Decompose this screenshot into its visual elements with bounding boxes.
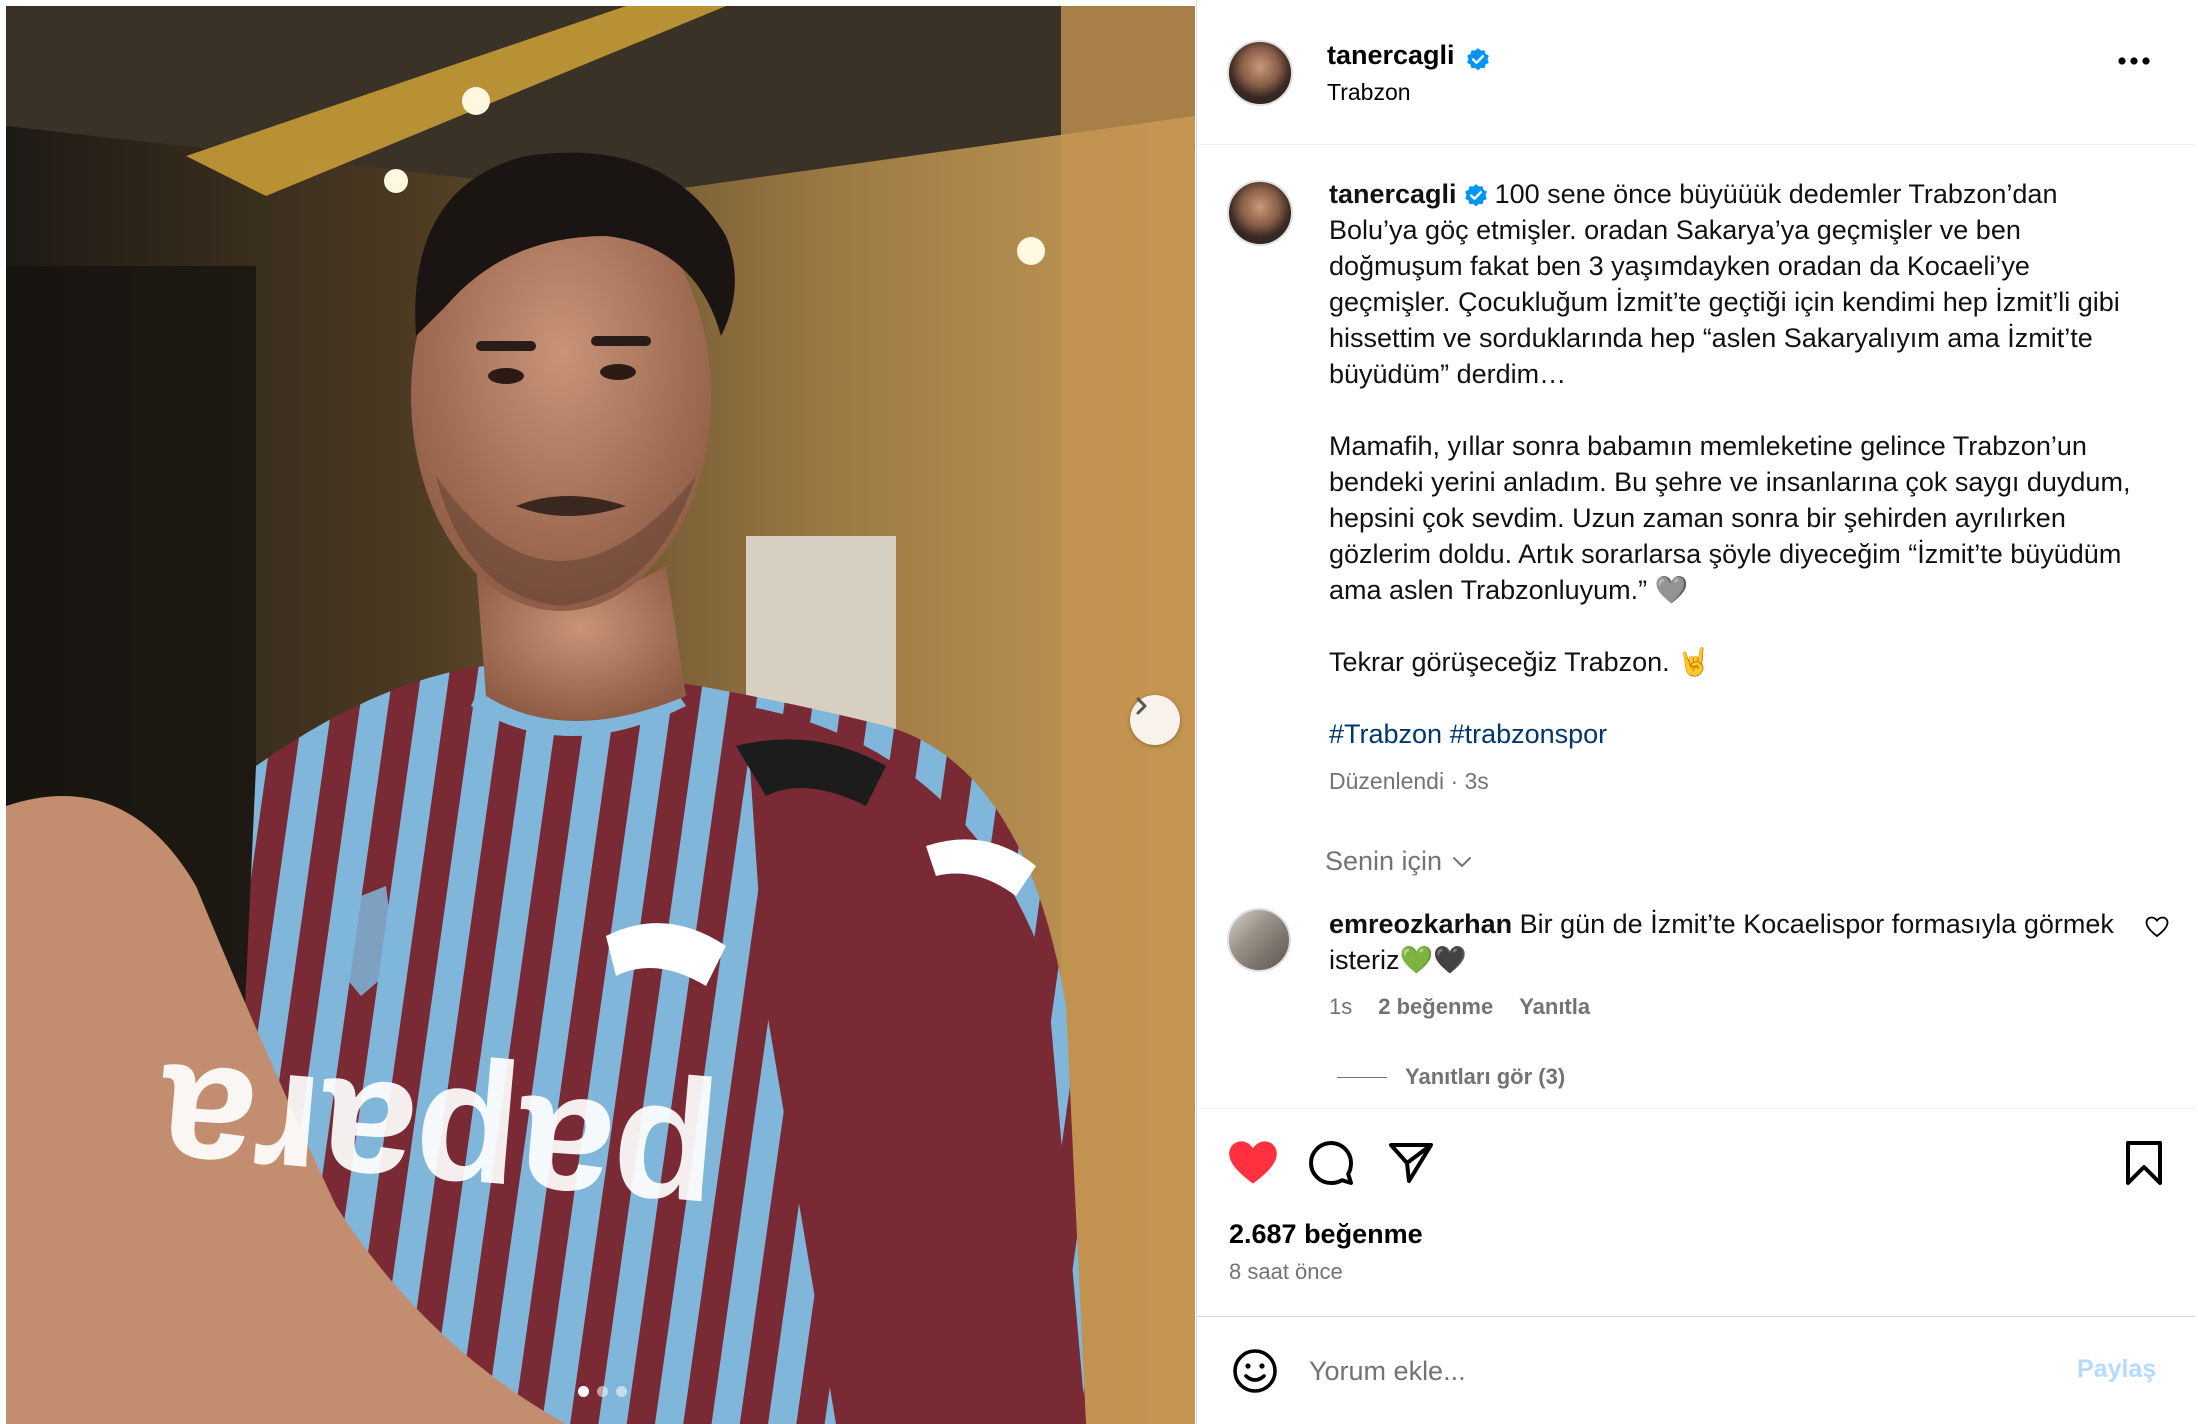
caption-hashtags[interactable]: #Trabzon #trabzonspor — [1329, 716, 2139, 752]
carousel-dot — [597, 1386, 608, 1397]
comment-likes-link[interactable]: 2 beğenme — [1378, 994, 1493, 1020]
carousel-dot — [616, 1386, 627, 1397]
comment-item: emreozkarhan Bir gün de İzmit’te Kocaeli… — [1329, 906, 2119, 978]
comment-sort-dropdown[interactable]: Senin için — [1325, 846, 1472, 877]
verified-badge-icon — [1464, 183, 1487, 207]
chevron-right-icon — [1136, 697, 1147, 715]
chevron-down-icon — [1453, 856, 1472, 867]
comment-icon[interactable] — [1307, 1139, 1355, 1187]
post-comment-button[interactable]: Paylaş — [2077, 1355, 2156, 1384]
carousel-dot — [578, 1386, 589, 1397]
next-photo-button[interactable] — [1130, 695, 1180, 745]
comment-actions: 1s 2 beğenme Yanıtla — [1329, 994, 1590, 1020]
post-header: tanercagli Trabzon — [1197, 0, 2195, 145]
post-photo-illustration: papara — [6, 6, 1195, 1424]
caption-text-1: 100 sene önce büyüüük dedemler Trabzon’d… — [1329, 179, 2128, 389]
share-icon[interactable] — [1387, 1139, 1435, 1187]
likes-count[interactable]: 2.687 beğenme — [1229, 1219, 1423, 1250]
comments-scroll-area[interactable]: tanercagli 100 sene önce büyüüük dedemler… — [1197, 146, 2195, 1106]
author-info: tanercagli Trabzon — [1327, 40, 1491, 106]
replies-divider — [1337, 1076, 1387, 1078]
post-photo[interactable]: papara — [6, 6, 1195, 1424]
post-side-panel: tanercagli Trabzon tanercagli 100 sene ön… — [1196, 0, 2198, 1424]
add-comment-bar: Paylaş — [1197, 1316, 2195, 1424]
comment-reply-button[interactable]: Yanıtla — [1519, 994, 1590, 1020]
caption-paragraph-1: tanercagli 100 sene önce büyüüük dedemler… — [1329, 176, 2139, 392]
author-avatar[interactable] — [1227, 40, 1293, 106]
commenter-username[interactable]: emreozkarhan — [1329, 909, 1512, 939]
author-username[interactable]: tanercagli — [1327, 40, 1455, 70]
verified-badge-icon — [1467, 47, 1489, 71]
comment-time: 1s — [1329, 994, 1353, 1019]
view-replies-button[interactable]: Yanıtları gör (3) — [1337, 1064, 1565, 1090]
like-heart-icon[interactable] — [1227, 1139, 1279, 1187]
save-bookmark-icon[interactable] — [2123, 1139, 2165, 1187]
caption-paragraph-3: Tekrar görüşeceğiz Trabzon. 🤘 — [1329, 647, 1711, 677]
caption-paragraph-2: Mamafih, yıllar sonra babamın memleketin… — [1329, 431, 2138, 605]
comment-sort-label: Senin için — [1325, 846, 1443, 876]
more-options-icon[interactable] — [2117, 56, 2151, 66]
view-replies-label: Yanıtları gör (3) — [1405, 1064, 1566, 1089]
post-actions-bar: 2.687 beğenme 8 saat önce — [1197, 1108, 2195, 1316]
instagram-post-window: papara tanercagli Trabzon tanercagli 100… — [0, 0, 2198, 1424]
post-time[interactable]: 8 saat önce — [1229, 1259, 1343, 1285]
comment-like-icon[interactable] — [2145, 916, 2169, 938]
post-location[interactable]: Trabzon — [1327, 79, 1491, 106]
carousel-indicator — [578, 1386, 627, 1397]
comment-input[interactable] — [1309, 1351, 2009, 1391]
commenter-avatar[interactable] — [1227, 908, 1291, 972]
caption-username[interactable]: tanercagli — [1329, 179, 1457, 209]
caption-edited-time: Düzenlendi · 3s — [1329, 768, 1489, 794]
post-caption: tanercagli 100 sene önce büyüüük dedemler… — [1329, 176, 2139, 752]
caption-author-avatar[interactable] — [1227, 180, 1293, 246]
emoji-icon[interactable] — [1231, 1347, 1279, 1395]
